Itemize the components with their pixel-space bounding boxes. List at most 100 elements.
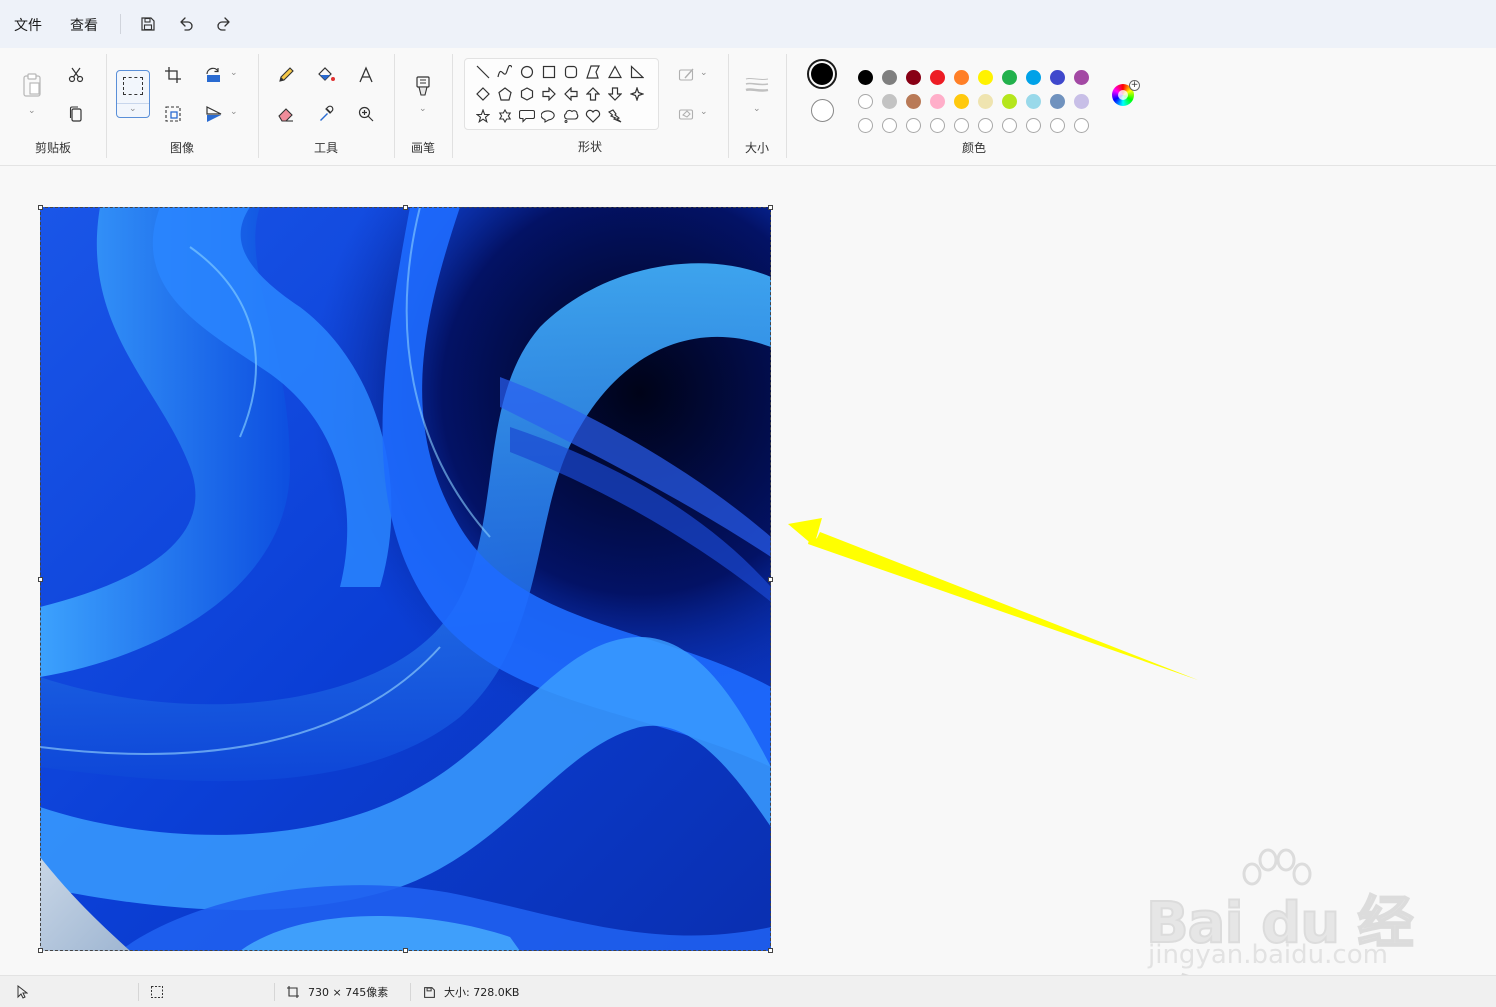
- empty-color-slot[interactable]: [954, 118, 969, 133]
- left-arrow-shape-icon[interactable]: [562, 85, 580, 103]
- fill-style-chevron-icon[interactable]: ⌄: [700, 107, 708, 117]
- resize-handle[interactable]: [403, 948, 408, 953]
- line-shape-icon[interactable]: [474, 63, 492, 81]
- brushes-button[interactable]: [408, 70, 438, 104]
- color-swatch[interactable]: [906, 94, 921, 109]
- color-swatch[interactable]: [1002, 94, 1017, 109]
- rounded-rectangle-shape-icon[interactable]: [562, 63, 580, 81]
- paste-button[interactable]: [17, 68, 47, 102]
- empty-color-slot[interactable]: [1050, 118, 1065, 133]
- resize-handle[interactable]: [768, 205, 773, 210]
- resize-handle[interactable]: [38, 205, 43, 210]
- outline-button[interactable]: [672, 60, 702, 90]
- color-swatch[interactable]: [978, 94, 993, 109]
- hexagon-shape-icon[interactable]: [518, 85, 536, 103]
- oval-shape-icon[interactable]: [518, 63, 536, 81]
- magnifier-button[interactable]: [351, 99, 381, 129]
- resize-handle[interactable]: [38, 577, 43, 582]
- eraser-button[interactable]: [271, 99, 301, 129]
- lightning-shape-icon[interactable]: [606, 107, 624, 125]
- oval-callout-shape-icon[interactable]: [540, 107, 558, 125]
- size-button[interactable]: [742, 70, 772, 100]
- four-point-star-shape-icon[interactable]: [628, 85, 646, 103]
- flip-button[interactable]: [199, 99, 229, 129]
- color-swatch[interactable]: [1050, 94, 1065, 109]
- color-picker-button[interactable]: [311, 99, 341, 129]
- canvas-image[interactable]: [40, 207, 771, 951]
- resize-handle[interactable]: [38, 948, 43, 953]
- resize-handle[interactable]: [403, 205, 408, 210]
- select-button[interactable]: ⌄: [116, 70, 150, 118]
- cut-button[interactable]: [61, 60, 91, 90]
- pentagon-shape-icon[interactable]: [496, 85, 514, 103]
- empty-color-slot[interactable]: [978, 118, 993, 133]
- color-swatch[interactable]: [930, 94, 945, 109]
- resize-handle[interactable]: [768, 948, 773, 953]
- empty-color-slot[interactable]: [930, 118, 945, 133]
- empty-color-slot[interactable]: [882, 118, 897, 133]
- empty-color-slot[interactable]: [906, 118, 921, 133]
- color-swatch[interactable]: [882, 70, 897, 85]
- redo-button[interactable]: [205, 0, 243, 48]
- color-swatch[interactable]: [1074, 94, 1089, 109]
- curve-shape-icon[interactable]: [496, 63, 514, 81]
- five-point-star-shape-icon[interactable]: [474, 107, 492, 125]
- paste-chevron-icon[interactable]: ⌄: [28, 106, 36, 116]
- color-swatch[interactable]: [858, 94, 873, 109]
- color-swatch[interactable]: [1026, 70, 1041, 85]
- color-swatch[interactable]: [930, 70, 945, 85]
- select-chevron-icon[interactable]: ⌄: [129, 104, 137, 114]
- color-swatch[interactable]: [1026, 94, 1041, 109]
- resize-button[interactable]: [158, 99, 188, 129]
- text-button[interactable]: [351, 60, 381, 90]
- color-swatch[interactable]: [1074, 70, 1089, 85]
- color-swatch[interactable]: [978, 70, 993, 85]
- six-point-star-shape-icon[interactable]: [496, 107, 514, 125]
- size-chevron-icon[interactable]: ⌄: [753, 104, 761, 114]
- right-triangle-shape-icon[interactable]: [628, 63, 646, 81]
- crop-button[interactable]: [158, 60, 188, 90]
- color-swatch[interactable]: [1002, 70, 1017, 85]
- down-arrow-shape-icon[interactable]: [606, 85, 624, 103]
- polygon-shape-icon[interactable]: [584, 63, 602, 81]
- up-arrow-shape-icon[interactable]: [584, 85, 602, 103]
- color-swatch[interactable]: [1050, 70, 1065, 85]
- secondary-color-button[interactable]: [811, 99, 834, 122]
- right-arrow-shape-icon[interactable]: [540, 85, 558, 103]
- flip-chevron-icon[interactable]: ⌄: [230, 107, 238, 117]
- heart-shape-icon[interactable]: [584, 107, 602, 125]
- color-swatch[interactable]: [954, 70, 969, 85]
- fill-style-button[interactable]: [672, 99, 702, 129]
- rotate-button[interactable]: [199, 60, 229, 90]
- color-swatch[interactable]: [906, 70, 921, 85]
- rect-callout-shape-icon[interactable]: [518, 107, 536, 125]
- empty-color-slot[interactable]: [1002, 118, 1017, 133]
- color-swatch[interactable]: [954, 94, 969, 109]
- save-button[interactable]: [129, 0, 167, 48]
- diamond-shape-icon[interactable]: [474, 85, 492, 103]
- pencil-button[interactable]: [271, 60, 301, 90]
- copy-button[interactable]: [61, 99, 91, 129]
- color-swatch[interactable]: [858, 70, 873, 85]
- rotate-chevron-icon[interactable]: ⌄: [230, 68, 238, 78]
- rectangle-shape-icon[interactable]: [540, 63, 558, 81]
- text-icon: [359, 66, 373, 83]
- fill-button[interactable]: [311, 60, 341, 90]
- empty-color-slot[interactable]: [1026, 118, 1041, 133]
- brushes-chevron-icon[interactable]: ⌄: [419, 104, 427, 114]
- cloud-callout-shape-icon[interactable]: [562, 107, 580, 125]
- menu-file[interactable]: 文件: [0, 0, 56, 48]
- menu-view[interactable]: 查看: [56, 0, 112, 48]
- empty-color-slot[interactable]: [1074, 118, 1089, 133]
- color-swatch[interactable]: [882, 94, 897, 109]
- resize-icon: [165, 106, 181, 122]
- triangle-shape-icon[interactable]: [606, 63, 624, 81]
- resize-handle[interactable]: [768, 577, 773, 582]
- primary-color-button[interactable]: [807, 59, 837, 89]
- blue-wallpaper-image: [40, 207, 771, 951]
- crop-icon: [165, 67, 181, 83]
- edit-colors-button[interactable]: +: [1112, 80, 1140, 106]
- undo-button[interactable]: [167, 0, 205, 48]
- empty-color-slot[interactable]: [858, 118, 873, 133]
- outline-chevron-icon[interactable]: ⌄: [700, 68, 708, 78]
